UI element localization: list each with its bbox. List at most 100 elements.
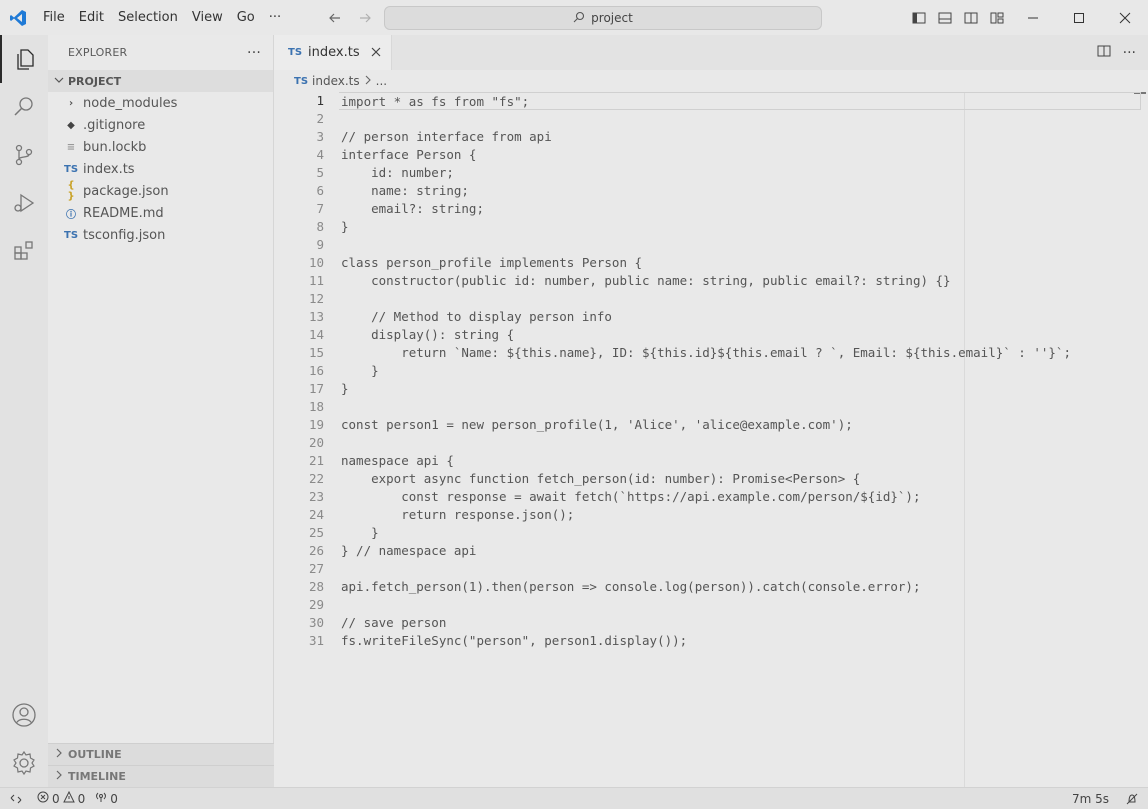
line-number: 4 (316, 147, 324, 162)
code-line[interactable]: import * as fs from "fs"; (339, 92, 1141, 110)
section-timeline[interactable]: TIMELINE (48, 765, 274, 787)
session-time[interactable]: 7m 5s (1067, 792, 1121, 806)
window-controls (1010, 0, 1148, 35)
toggle-primary-sidebar-icon[interactable] (906, 5, 932, 31)
menu-file[interactable]: File (36, 0, 72, 35)
line-number: 24 (308, 507, 324, 522)
vscode-logo-icon (0, 0, 35, 35)
file-tree-item-label: .gitignore (83, 117, 146, 133)
file-tree-item[interactable]: { } package.json (48, 180, 273, 202)
code-line[interactable]: // person interface from api (341, 128, 1141, 146)
close-tab-icon[interactable] (371, 45, 381, 61)
settings-gear-icon[interactable] (0, 739, 48, 787)
file-tree-item[interactable]: TS tsconfig.json (48, 224, 273, 246)
run-debug-icon[interactable] (0, 179, 48, 227)
code-line[interactable]: interface Person { (341, 146, 1141, 164)
code-line[interactable]: api.fetch_person(1).then(person => conso… (341, 578, 1141, 596)
explorer-icon[interactable] (0, 35, 48, 83)
file-tree-item[interactable]: TS index.ts (48, 158, 273, 180)
toggle-secondary-sidebar-icon[interactable] (958, 5, 984, 31)
line-number: 30 (308, 615, 324, 630)
code-line[interactable] (341, 290, 1141, 308)
section-project[interactable]: PROJECT (48, 70, 273, 92)
minimize-icon[interactable] (1010, 0, 1056, 35)
code-line[interactable]: } (341, 524, 1141, 542)
arrow-right-icon[interactable] (352, 5, 378, 31)
remote-indicator-icon[interactable] (0, 788, 32, 809)
menu-bar: File Edit Selection View Go ··· (36, 0, 288, 35)
file-tree-item[interactable]: › node_modules (48, 92, 273, 114)
sidebar-more-actions-icon[interactable]: ··· (247, 45, 261, 61)
code-line[interactable]: display(): string { (341, 326, 1141, 344)
warning-icon (62, 790, 75, 806)
source-control-icon[interactable] (0, 131, 48, 179)
code-line[interactable]: return response.json(); (341, 506, 1141, 524)
ports-count: 0 (110, 791, 118, 806)
code-line[interactable]: namespace api { (341, 452, 1141, 470)
line-number: 31 (308, 633, 324, 648)
line-number: 14 (308, 327, 324, 342)
section-project-label: PROJECT (68, 74, 122, 88)
status-bar: 0 0 0 7m 5s (0, 787, 1148, 809)
tab-index-ts[interactable]: TS index.ts (274, 35, 392, 70)
split-editor-icon[interactable] (1097, 44, 1111, 62)
code-line[interactable]: id: number; (341, 164, 1141, 182)
code-line[interactable]: } (341, 362, 1141, 380)
code-line[interactable]: constructor(public id: number, public na… (341, 272, 1141, 290)
section-outline[interactable]: OUTLINE (48, 743, 274, 765)
code-line[interactable]: // save person (341, 614, 1141, 632)
arrow-left-icon[interactable] (322, 5, 348, 31)
code-line[interactable]: } // namespace api (341, 542, 1141, 560)
file-tree-item[interactable]: ⓘ README.md (48, 202, 273, 224)
code-line[interactable]: name: string; (341, 182, 1141, 200)
line-number: 6 (316, 183, 324, 198)
file-tree-item[interactable]: ◆ .gitignore (48, 114, 273, 136)
file-tree-item-label: index.ts (83, 161, 135, 177)
toggle-panel-icon[interactable] (932, 5, 958, 31)
code-line[interactable]: fs.writeFileSync("person", person1.displ… (341, 632, 1141, 650)
line-number: 27 (308, 561, 324, 576)
maximize-icon[interactable] (1056, 0, 1102, 35)
code-line[interactable]: email?: string; (341, 200, 1141, 218)
code-line[interactable]: const person1 = new person_profile(1, 'A… (341, 416, 1141, 434)
line-number: 1 (316, 93, 324, 108)
extensions-icon[interactable] (0, 227, 48, 275)
chevron-down-icon (54, 75, 64, 88)
code-line[interactable]: // Method to display person info (341, 308, 1141, 326)
file-tree-item[interactable]: ≡ bun.lockb (48, 136, 273, 158)
ports-indicator[interactable]: 0 (90, 791, 123, 806)
code-line[interactable] (341, 398, 1141, 416)
code-line[interactable]: return `Name: ${this.name}, ID: ${this.i… (341, 344, 1141, 362)
navigation-arrows (322, 0, 378, 35)
code-line[interactable] (341, 596, 1141, 614)
editor-more-actions-icon[interactable]: ··· (1123, 45, 1136, 61)
notifications-muted-icon[interactable] (1121, 793, 1148, 805)
code-line[interactable]: export async function fetch_person(id: n… (341, 470, 1141, 488)
code-content[interactable]: import * as fs from "fs"; // person inter… (339, 92, 1141, 650)
line-number: 2 (316, 111, 324, 126)
menu-selection[interactable]: Selection (111, 0, 185, 35)
code-editor[interactable]: 1 2 3 4 5 6 7 8 9 10 11 12 13 14 15 16 17 18 19 20 21 22 23 24 2… (274, 92, 1148, 787)
code-line[interactable] (341, 236, 1141, 254)
command-center-search[interactable]: project (384, 6, 822, 30)
close-window-icon[interactable] (1102, 0, 1148, 35)
problems-indicator[interactable]: 0 0 (32, 790, 90, 806)
menu-more[interactable]: ··· (262, 0, 288, 35)
breadcrumb-symbols[interactable]: ... (376, 74, 387, 88)
menu-go[interactable]: Go (230, 0, 262, 35)
customize-layout-icon[interactable] (984, 5, 1010, 31)
account-icon[interactable] (0, 691, 48, 739)
code-line[interactable] (341, 434, 1141, 452)
code-line[interactable]: } (341, 380, 1141, 398)
code-line[interactable] (341, 110, 1141, 128)
menu-view[interactable]: View (185, 0, 230, 35)
code-line[interactable]: } (341, 218, 1141, 236)
search-icon[interactable] (0, 83, 48, 131)
code-line[interactable]: const response = await fetch(`https://ap… (341, 488, 1141, 506)
code-line[interactable] (341, 560, 1141, 578)
menu-edit[interactable]: Edit (72, 0, 111, 35)
layout-controls (906, 0, 1010, 35)
search-icon (573, 11, 585, 26)
code-line[interactable]: class person_profile implements Person { (341, 254, 1141, 272)
breadcrumb-file[interactable]: index.ts (312, 74, 360, 88)
